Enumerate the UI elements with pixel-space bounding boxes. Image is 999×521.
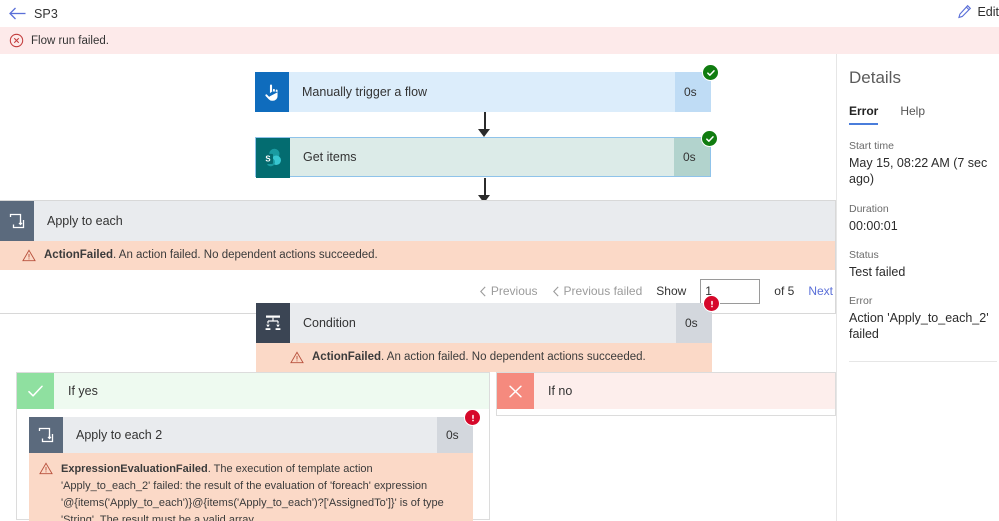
sharepoint-icon: S bbox=[256, 138, 290, 178]
loop-icon bbox=[29, 417, 63, 453]
field-error: Error Action 'Apply_to_each_2' failed bbox=[849, 295, 999, 343]
top-bar: SP3 Edit bbox=[0, 0, 999, 27]
success-check-badge bbox=[702, 64, 719, 81]
field-start-time: Start time May 15, 08:22 AM (7 sec ago) bbox=[849, 140, 999, 188]
condition-branch-icon bbox=[256, 303, 290, 343]
apply-to-each-2-card[interactable]: Apply to each 2 0s bbox=[29, 409, 481, 453]
condition-title: Condition bbox=[303, 316, 356, 330]
if-yes-header: If yes bbox=[17, 373, 489, 409]
condition-error: ActionFailed. An action failed. No depen… bbox=[256, 343, 712, 372]
if-yes-label: If yes bbox=[54, 373, 489, 409]
manual-trigger-hand-icon bbox=[255, 72, 289, 112]
next-button[interactable]: Next bbox=[808, 284, 833, 298]
tab-error[interactable]: Error bbox=[849, 104, 879, 125]
error-circle-x-icon bbox=[9, 33, 24, 48]
error-value: Action 'Apply_to_each_2' failed bbox=[849, 311, 989, 342]
duration-label: Duration bbox=[849, 202, 889, 215]
apply-to-each-error: ActionFailed. An action failed. No depen… bbox=[0, 241, 835, 270]
previous-button[interactable]: Previous bbox=[479, 284, 538, 298]
edit-button[interactable]: Edit bbox=[957, 4, 999, 19]
branch-if-no: If no bbox=[496, 372, 836, 416]
error-badge bbox=[703, 295, 720, 312]
condition-card[interactable]: Condition 0s ActionFailed. An action fai… bbox=[256, 295, 720, 372]
banner-text: Flow run failed. bbox=[31, 34, 109, 47]
previous-label: Previous bbox=[490, 284, 538, 299]
error-label: Error bbox=[849, 295, 873, 307]
tab-help[interactable]: Help bbox=[900, 104, 925, 125]
condition-error-text: . An action failed. No dependent actions… bbox=[381, 351, 646, 363]
show-label: Show bbox=[656, 284, 687, 299]
start-time-label: Start time bbox=[849, 140, 894, 152]
start-time-value: May 15, 08:22 AM (7 sec ago) bbox=[849, 156, 988, 187]
apply-to-each-2-title: Apply to each 2 bbox=[76, 428, 163, 442]
previous-failed-label: Previous failed bbox=[563, 284, 643, 299]
flow-run-page: SP3 Edit Flow run failed. Manually trigg… bbox=[0, 0, 999, 521]
page-title: SP3 bbox=[34, 6, 58, 21]
page-total-label: of 5 bbox=[774, 284, 795, 299]
status-value: Test failed bbox=[849, 264, 906, 279]
back-arrow-icon[interactable] bbox=[0, 0, 34, 27]
details-title: Details bbox=[849, 68, 901, 87]
status-label: Status bbox=[849, 248, 879, 261]
connector-arrow-1 bbox=[478, 129, 490, 137]
duration-value: 00:00:01 bbox=[849, 218, 898, 233]
check-icon bbox=[17, 373, 54, 409]
apply-to-each-error-text: . An action failed. No dependent actions… bbox=[113, 249, 378, 261]
error-badge bbox=[464, 409, 481, 426]
condition-branches: If yes Apply to each 2 0s ExpressionEval… bbox=[16, 372, 836, 521]
apply-to-each-title: Apply to each bbox=[47, 214, 123, 228]
previous-failed-button[interactable]: Previous failed bbox=[552, 284, 643, 299]
warning-triangle-icon bbox=[290, 351, 304, 364]
details-pane: Details Error Help Start time May 15, 08… bbox=[836, 54, 999, 521]
success-check-badge bbox=[701, 130, 718, 147]
trigger-card[interactable]: Manually trigger a flow 0s bbox=[255, 64, 719, 112]
warning-triangle-icon bbox=[22, 249, 36, 262]
edit-label: Edit bbox=[977, 4, 999, 19]
field-duration: Duration 00:00:01 bbox=[849, 203, 999, 234]
details-tabs: Error Help bbox=[849, 104, 999, 125]
get-items-title: Get items bbox=[303, 150, 357, 164]
pencil-icon bbox=[957, 4, 972, 19]
apply-to-each-2-error-code: ExpressionEvaluationFailed bbox=[61, 463, 208, 475]
svg-text:S: S bbox=[265, 154, 270, 163]
warning-triangle-icon bbox=[39, 461, 53, 521]
branch-if-yes: If yes Apply to each 2 0s ExpressionEval… bbox=[16, 372, 490, 521]
flow-run-failed-banner: Flow run failed. bbox=[0, 27, 999, 54]
apply-to-each-error-code: ActionFailed bbox=[44, 249, 114, 261]
if-no-header: If no bbox=[497, 373, 835, 409]
loop-icon bbox=[0, 201, 34, 241]
details-divider bbox=[849, 360, 997, 362]
cross-icon bbox=[497, 373, 534, 409]
condition-error-code: ActionFailed bbox=[312, 351, 382, 363]
get-items-card[interactable]: S Get items 0s bbox=[255, 130, 718, 178]
if-no-label: If no bbox=[534, 373, 835, 409]
apply-to-each-header[interactable]: Apply to each bbox=[0, 201, 835, 241]
trigger-title: Manually trigger a flow bbox=[302, 85, 428, 99]
apply-to-each-2-error: ExpressionEvaluationFailed. The executio… bbox=[29, 453, 473, 521]
flow-canvas: Manually trigger a flow 0s S Get items 0… bbox=[0, 54, 836, 521]
field-status: Status Test failed bbox=[849, 249, 999, 280]
